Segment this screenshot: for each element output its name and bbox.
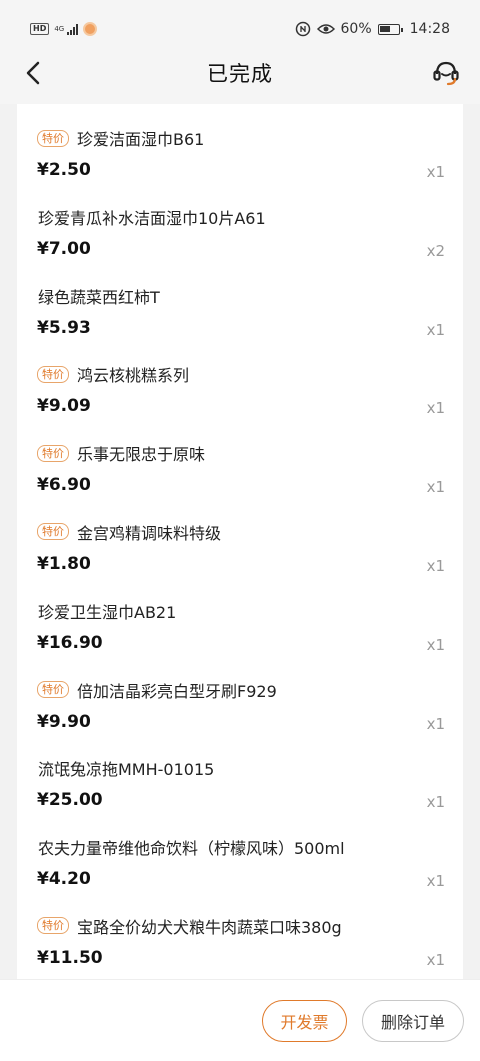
item-name: 绿色蔬菜西红柿T	[38, 284, 160, 308]
item-name-text: 鸿云核桃糕系列	[77, 366, 190, 386]
order-items-card: 特价 珍爱洁面湿巾B61 ¥2.50 x1 珍爱青瓜补水洁面湿巾10片A61 ¥…	[17, 104, 463, 979]
item-price: ¥16.90	[37, 632, 103, 653]
item-name: 珍爱卫生湿巾AB21	[38, 599, 176, 623]
item-quantity: x2	[426, 241, 445, 260]
item-price: ¥9.90	[37, 711, 91, 732]
list-item[interactable]: 农夫力量帝维他命饮料（柠檬风味）500ml ¥4.20 x1	[17, 813, 463, 892]
item-quantity: x1	[426, 872, 445, 891]
sale-tag: 特价	[37, 523, 69, 541]
sale-tag: 特价	[37, 129, 69, 147]
customer-service-icon[interactable]	[430, 57, 462, 89]
bottom-action-bar: 开发票 删除订单	[0, 979, 480, 1061]
nav-bar: 已完成	[0, 42, 480, 104]
status-right: 60% 14:28	[295, 21, 450, 37]
item-name-text: 农夫力量帝维他命饮料（柠檬风味）500ml	[38, 839, 345, 859]
eye-icon	[316, 24, 335, 34]
item-name-text: 绿色蔬菜西红柿T	[38, 287, 160, 307]
hd-badge: HD	[30, 23, 50, 35]
item-quantity: x1	[426, 635, 445, 654]
item-quantity: x1	[426, 163, 445, 181]
item-name: 特价 珍爱洁面湿巾B61	[37, 126, 205, 150]
sale-tag: 特价	[37, 681, 69, 699]
list-item[interactable]: 珍爱卫生湿巾AB21 ¥16.90 x1	[17, 577, 463, 656]
item-quantity: x1	[426, 950, 445, 969]
item-name-text: 珍爱洁面湿巾B61	[77, 130, 205, 149]
item-price: ¥25.00	[37, 790, 103, 811]
chevron-left-icon[interactable]	[20, 59, 48, 87]
list-item[interactable]: 流氓兔凉拖MMH-01015 ¥25.00 x1	[17, 734, 463, 813]
battery-percent: 60%	[340, 21, 372, 37]
sale-tag: 特价	[37, 917, 69, 935]
item-price: ¥2.50	[37, 160, 91, 180]
sale-tag: 特价	[37, 365, 69, 383]
list-item[interactable]: 珍爱青瓜补水洁面湿巾10片A61 ¥7.00 x2	[17, 183, 463, 262]
invoice-button[interactable]: 开发票	[262, 1000, 347, 1042]
page-title: 已完成	[207, 62, 273, 86]
item-quantity: x1	[426, 556, 445, 575]
list-item[interactable]: 特价 宝路全价幼犬犬粮牛肉蔬菜口味380g ¥11.50 x1	[17, 892, 463, 971]
sale-tag: 特价	[37, 444, 69, 462]
list-item[interactable]: 特价 鸿云核桃糕系列 ¥9.09 x1	[17, 340, 463, 419]
item-quantity: x1	[426, 793, 445, 812]
item-price: ¥5.93	[37, 317, 91, 338]
battery-fill	[379, 25, 390, 32]
network-label: 4G	[54, 25, 65, 33]
screen: { "status_bar": { "hd": "HD", "network":…	[0, 0, 480, 1061]
status-left: HD 4G	[30, 22, 98, 36]
item-price: ¥7.00	[37, 238, 91, 259]
item-name-text: 宝路全价幼犬犬粮牛肉蔬菜口味380g	[77, 917, 342, 937]
list-item[interactable]: 特价 金宫鸡精调味料特级 ¥1.80 x1	[17, 498, 463, 577]
item-name: 流氓兔凉拖MMH-01015	[38, 756, 214, 780]
battery-icon	[377, 23, 403, 35]
delete-order-button[interactable]: 删除订单	[362, 1000, 464, 1042]
item-name: 特价 鸿云核桃糕系列	[37, 362, 190, 386]
item-name: 农夫力量帝维他命饮料（柠檬风味）500ml	[38, 835, 345, 859]
item-name: 珍爱青瓜补水洁面湿巾10片A61	[38, 205, 266, 229]
item-name-text: 金宫鸡精调味料特级	[77, 523, 222, 543]
item-quantity: x1	[426, 714, 445, 733]
list-item[interactable]: 绿色蔬菜西红柿T ¥5.93 x1	[17, 262, 463, 341]
clock: 14:28	[409, 21, 450, 37]
item-price: ¥4.20	[37, 869, 91, 890]
item-price: ¥1.80	[37, 553, 91, 574]
item-name-text: 珍爱卫生湿巾AB21	[38, 602, 177, 622]
list-item[interactable]: 特价 乐事无限忠于原味 ¥6.90 x1	[17, 419, 463, 498]
item-name-text: 乐事无限忠于原味	[77, 445, 206, 465]
app-notification-icon	[83, 22, 98, 36]
item-name-text: 珍爱青瓜补水洁面湿巾10片A61	[38, 208, 266, 228]
nfc-icon	[295, 21, 310, 37]
item-name-text: 倍加洁晶彩亮白型牙刷F929	[77, 681, 277, 701]
item-quantity: x1	[426, 399, 445, 418]
item-quantity: x1	[426, 478, 445, 497]
item-name: 特价 倍加洁晶彩亮白型牙刷F929	[37, 678, 277, 702]
item-name: 特价 乐事无限忠于原味	[37, 441, 206, 465]
item-price: ¥9.09	[37, 396, 91, 417]
item-name: 特价 宝路全价幼犬犬粮牛肉蔬菜口味380g	[37, 914, 342, 938]
signal-icon	[67, 23, 79, 35]
item-name: 特价 金宫鸡精调味料特级	[37, 520, 222, 544]
list-item[interactable]: 特价 珍爱洁面湿巾B61 ¥2.50 x1	[17, 104, 463, 183]
item-price: ¥6.90	[37, 475, 91, 496]
item-name-text: 流氓兔凉拖MMH-01015	[38, 760, 215, 780]
list-item[interactable]: 特价 倍加洁晶彩亮白型牙刷F929 ¥9.90 x1	[17, 656, 463, 735]
item-price: ¥11.50	[37, 947, 103, 968]
item-quantity: x1	[426, 320, 445, 339]
